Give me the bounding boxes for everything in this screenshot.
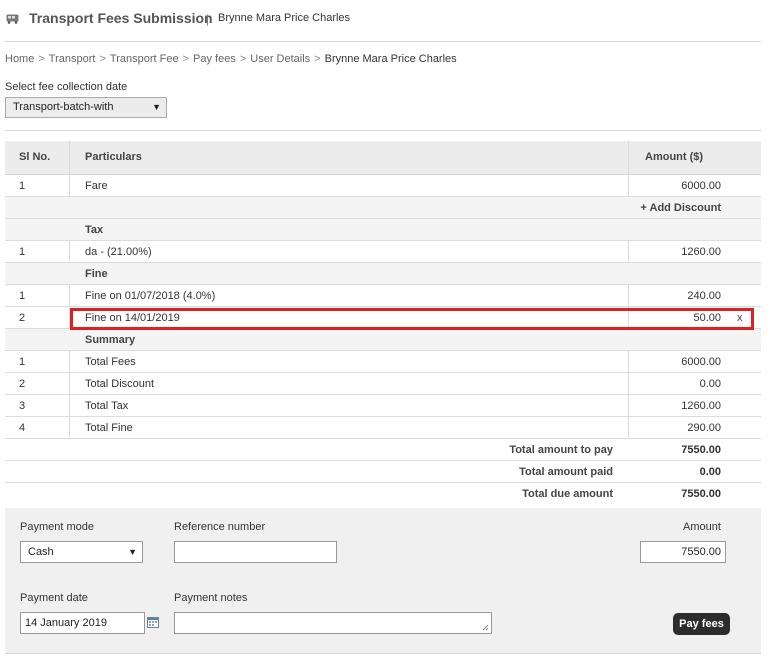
row-amount: 240.00 (687, 290, 721, 302)
breadcrumb-transport[interactable]: Transport (49, 53, 96, 65)
row-amount: 290.00 (687, 422, 721, 434)
table-row: 4 Total Fine 290.00 (5, 417, 761, 439)
table-header-row: Sl No. Particulars Amount ($) (5, 141, 761, 175)
breadcrumb-separator: > (314, 53, 321, 65)
row-sl: 4 (19, 422, 26, 434)
calendar-icon[interactable] (147, 616, 159, 628)
col-header-particulars: Particulars (85, 151, 142, 163)
total-paid-label: Total amount paid (519, 466, 613, 478)
breadcrumb-separator: > (239, 53, 247, 65)
section-heading-row: Tax (5, 219, 761, 241)
payment-mode-select[interactable]: Cash ▼ (20, 541, 143, 563)
table-row: 1 Total Fees 6000.00 (5, 351, 761, 373)
table-row: 1 Fine on 01/07/2018 (4.0%) 240.00 (5, 285, 761, 307)
resize-handle-icon[interactable] (482, 624, 489, 631)
row-particular: Total Discount (85, 378, 155, 390)
fine-heading: Fine (85, 268, 108, 280)
row-particular: da - (21.00%) (85, 246, 152, 258)
amount-label: Amount (683, 521, 721, 533)
row-particular: Fare (85, 180, 108, 192)
col-header-amount: Amount ($) (645, 151, 704, 163)
row-amount: 1260.00 (681, 400, 721, 412)
section-heading-row: Summary (5, 329, 761, 351)
student-name: Brynne Mara Price Charles (218, 12, 351, 24)
total-row: Total amount paid 0.00 (5, 461, 761, 483)
row-sl: 1 (19, 290, 26, 302)
summary-heading: Summary (85, 334, 136, 346)
total-to-pay-label: Total amount to pay (509, 444, 613, 456)
row-amount: 1260.00 (681, 246, 721, 258)
row-particular: Total Fine (85, 422, 133, 434)
fine-row-highlight (70, 308, 754, 330)
total-to-pay-value: 7550.00 (681, 444, 721, 456)
row-particular: Fine on 01/07/2018 (4.0%) (85, 290, 216, 302)
reference-number-label: Reference number (174, 521, 266, 533)
breadcrumb-home[interactable]: Home (5, 53, 34, 65)
row-amount: 0.00 (699, 378, 721, 390)
payment-notes-label: Payment notes (174, 592, 248, 604)
row-sl: 2 (19, 312, 26, 324)
collection-date-select[interactable]: Transport-batch-with ▼ (5, 97, 167, 118)
total-row: Total due amount 7550.00 (5, 483, 761, 505)
add-discount-row: + Add Discount (5, 197, 761, 219)
payment-mode-value: Cash (28, 546, 54, 558)
breadcrumb-separator: > (99, 53, 106, 65)
breadcrumb-current: Brynne Mara Price Charles (324, 53, 457, 65)
breadcrumb-transport-fee[interactable]: Transport Fee (110, 53, 179, 65)
table-row: 1 Fare 6000.00 (5, 175, 761, 197)
divider (5, 130, 761, 131)
total-row: Total amount to pay 7550.00 (5, 439, 761, 461)
tax-heading: Tax (85, 224, 104, 236)
title-separator: | (206, 12, 210, 26)
add-discount-link[interactable]: + Add Discount (640, 202, 721, 214)
reference-number-input[interactable] (174, 541, 337, 563)
remove-fine-button[interactable]: x (737, 312, 743, 324)
row-sl: 1 (19, 246, 26, 258)
page-header: Transport Fees Submission | Brynne Mara … (5, 6, 761, 42)
table-row: 2 Total Discount 0.00 (5, 373, 761, 395)
payment-date-input[interactable]: 14 January 2019 (20, 612, 145, 634)
breadcrumb-separator: > (38, 53, 45, 65)
section-heading-row: Fine (5, 263, 761, 285)
table-row: 3 Total Tax 1260.00 (5, 395, 761, 417)
payment-panel: Payment mode Cash ▼ Reference number Amo… (5, 508, 761, 654)
row-particular: Total Tax (85, 400, 129, 412)
row-amount: 6000.00 (681, 180, 721, 192)
total-paid-value: 0.00 (699, 466, 721, 478)
collection-date-label: Select fee collection date (5, 81, 128, 93)
payment-date-label: Payment date (20, 592, 88, 604)
breadcrumb-separator: > (182, 53, 190, 65)
total-due-value: 7550.00 (681, 488, 721, 500)
bus-icon (6, 14, 19, 24)
amount-input[interactable]: 7550.00 (640, 541, 726, 563)
page-title: Transport Fees Submission (29, 10, 213, 26)
collection-date-value: Transport-batch-with (13, 101, 114, 113)
row-sl: 1 (19, 180, 26, 192)
dropdown-arrow-icon: ▼ (128, 547, 137, 557)
row-particular: Total Fees (85, 356, 136, 368)
pay-fees-button[interactable]: Pay fees (673, 613, 730, 635)
total-due-label: Total due amount (522, 488, 613, 500)
row-sl: 1 (19, 356, 26, 368)
row-sl: 2 (19, 378, 26, 390)
breadcrumb-user-details[interactable]: User Details (250, 53, 310, 65)
breadcrumb: Home > Transport > Transport Fee > Pay fees > Us… (5, 53, 457, 65)
col-header-sl: Sl No. (19, 151, 51, 163)
row-amount: 6000.00 (681, 356, 721, 368)
breadcrumb-pay-fees[interactable]: Pay fees (193, 53, 236, 65)
row-sl: 3 (19, 400, 26, 412)
payment-mode-label: Payment mode (20, 521, 94, 533)
dropdown-arrow-icon: ▼ (152, 102, 161, 112)
table-row: 1 da - (21.00%) 1260.00 (5, 241, 761, 263)
payment-notes-textarea[interactable] (174, 612, 492, 634)
